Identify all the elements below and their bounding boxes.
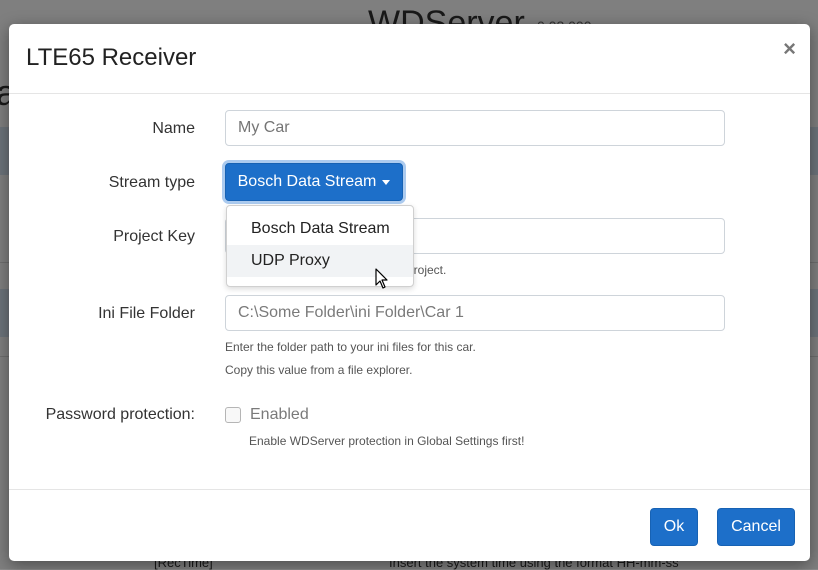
modal-title: LTE65 Receiver xyxy=(26,44,197,71)
ini-folder-help-1: Enter the folder path to your ini files … xyxy=(225,340,476,354)
cancel-button[interactable]: Cancel xyxy=(717,508,795,546)
name-label: Name xyxy=(152,120,195,137)
name-input[interactable] xyxy=(225,110,725,146)
password-enabled-label[interactable]: Enabled xyxy=(250,406,309,424)
ini-folder-help-2: Copy this value from a file explorer. xyxy=(225,363,413,377)
stream-type-label: Stream type xyxy=(108,174,195,191)
project-key-label: Project Key xyxy=(113,228,195,245)
password-enabled-checkbox[interactable] xyxy=(225,407,241,423)
close-icon[interactable]: × xyxy=(783,38,796,60)
stream-option-bosch[interactable]: Bosch Data Stream xyxy=(227,213,413,245)
stream-type-dropdown-button[interactable]: Bosch Data Stream xyxy=(225,163,403,201)
caret-down-icon xyxy=(382,179,391,185)
receiver-dialog: LTE65 Receiver × Name Stream type Bosch … xyxy=(9,24,810,561)
stream-type-selected: Bosch Data Stream xyxy=(237,173,377,190)
ok-button[interactable]: Ok xyxy=(650,508,698,546)
mouse-pointer-icon xyxy=(375,268,388,289)
modal-header: LTE65 Receiver × xyxy=(9,24,810,94)
ini-folder-label: Ini File Folder xyxy=(98,305,195,322)
modal-footer: Ok Cancel xyxy=(9,489,810,562)
ini-folder-input[interactable] xyxy=(225,295,725,331)
password-label: Password protection: xyxy=(45,406,195,423)
password-help: Enable WDServer protection in Global Set… xyxy=(249,434,525,448)
